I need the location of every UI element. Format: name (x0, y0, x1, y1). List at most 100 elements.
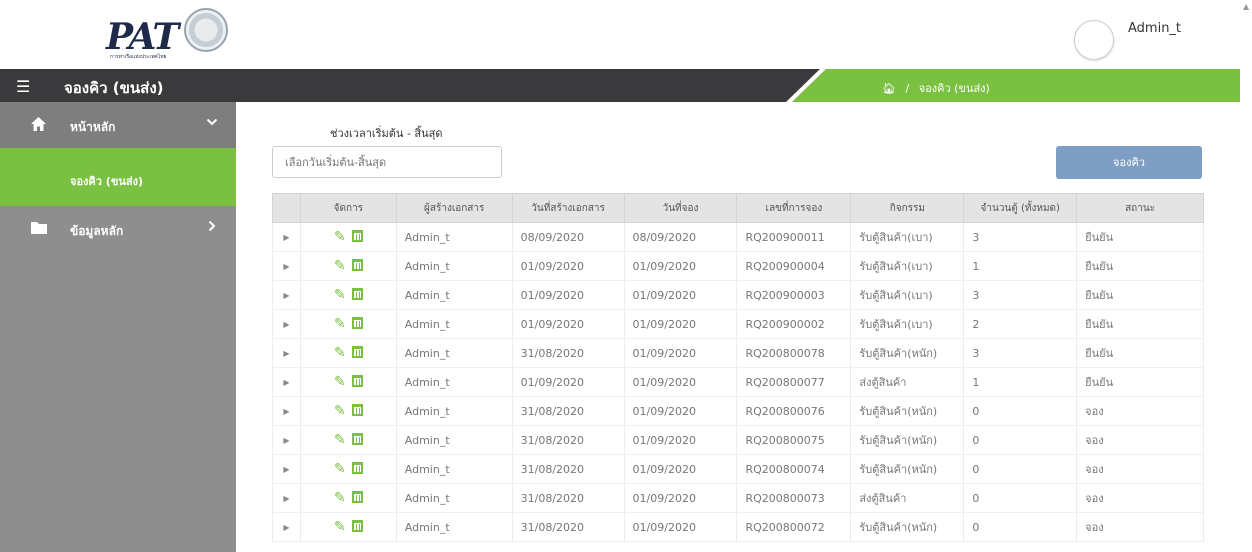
table-row[interactable]: ▶ ✎ Admin_t 31/08/2020 01/09/2020 RQ200800074… (272, 454, 1204, 484)
trash-icon[interactable] (351, 230, 363, 242)
table-cell: Admin_t (396, 309, 513, 339)
chevron-right-icon (206, 220, 218, 236)
edit-icon[interactable]: ✎ (334, 519, 346, 535)
table-cell: 0 (963, 425, 1078, 455)
table-cell: 3 (963, 280, 1078, 310)
expand-row-icon[interactable]: ▶ (272, 483, 301, 513)
trash-icon[interactable] (351, 375, 363, 387)
table-cell: 3 (963, 338, 1078, 368)
top-header: PAT การท่าเรือแห่งประเทศไทย Admin_t ▲ (0, 0, 1249, 69)
table-cell: 01/09/2020 (512, 309, 625, 339)
table-cell: 0 (963, 396, 1078, 426)
table-row[interactable]: ▶ ✎ Admin_t 31/08/2020 01/09/2020 RQ200800076… (272, 396, 1204, 426)
breadcrumb-separator: / (905, 82, 910, 95)
expand-row-icon[interactable]: ▶ (272, 280, 301, 310)
expand-row-icon[interactable]: ▶ (272, 251, 301, 281)
trash-icon[interactable] (351, 346, 363, 358)
trash-icon[interactable] (351, 259, 363, 271)
edit-icon[interactable]: ✎ (334, 374, 346, 390)
table-row[interactable]: ▶ ✎ Admin_t 31/08/2020 01/09/2020 RQ200800073… (272, 483, 1204, 513)
table-cell: RQ200800073 (736, 483, 852, 513)
edit-icon[interactable]: ✎ (334, 490, 346, 506)
scroll-up-icon[interactable]: ▲ (1243, 2, 1249, 11)
table-cell: 01/09/2020 (624, 280, 738, 310)
logo-subtitle: การท่าเรือแห่งประเทศไทย (110, 54, 167, 60)
avatar[interactable] (1074, 20, 1114, 60)
edit-icon[interactable]: ✎ (334, 287, 346, 303)
menu-icon[interactable]: ☰ (16, 77, 30, 96)
sidebar: หน้าหลัก จองคิว (ขนส่ง) ข้อมูลหลัก (0, 102, 236, 552)
table-row[interactable]: ▶ ✎ Admin_t 01/09/2020 01/09/2020 RQ200800077… (272, 367, 1204, 397)
column-header[interactable]: เลขที่การจอง (736, 193, 852, 223)
table-cell: 31/08/2020 (512, 512, 625, 542)
table-cell: Admin_t (396, 512, 513, 542)
folder-icon (30, 220, 48, 239)
home-icon (30, 116, 47, 136)
table-row[interactable]: ▶ ✎ Admin_t 08/09/2020 08/09/2020 RQ200900011… (272, 222, 1204, 252)
expand-row-icon[interactable]: ▶ (272, 338, 301, 368)
navbar: ☰ จองคิว (ขนส่ง) 🏠︎ / จองคิว (ขนส่ง) (0, 69, 1240, 102)
column-header[interactable]: ผู้สร้างเอกสาร (395, 193, 513, 223)
column-header[interactable]: สถานะ (1076, 193, 1204, 223)
expand-row-icon[interactable]: ▶ (272, 367, 301, 397)
table-cell: 3 (963, 222, 1078, 252)
expand-row-icon[interactable]: ▶ (272, 454, 301, 484)
home-icon[interactable]: 🏠︎ (882, 82, 896, 95)
actions-cell: ✎ (300, 280, 397, 310)
table-cell: 08/09/2020 (624, 222, 738, 252)
expand-row-icon[interactable]: ▶ (272, 512, 301, 542)
column-header[interactable]: กิจกรรม (850, 193, 965, 223)
table-row[interactable]: ▶ ✎ Admin_t 31/08/2020 01/09/2020 RQ200800072… (272, 512, 1204, 542)
sidebar-item-home[interactable]: หน้าหลัก (0, 102, 236, 148)
table-cell: จอง (1076, 425, 1204, 455)
column-header[interactable]: จัดการ (299, 193, 397, 223)
pat-logo[interactable]: PAT การท่าเรือแห่งประเทศไทย (106, 6, 228, 62)
table-cell: จอง (1076, 454, 1204, 484)
column-header[interactable]: จำนวนตู้ (ทั้งหมด) (963, 193, 1078, 223)
book-queue-button[interactable]: จองคิว (1056, 146, 1202, 179)
trash-icon[interactable] (351, 433, 363, 445)
edit-icon[interactable]: ✎ (334, 229, 346, 245)
column-header[interactable]: วันที่จอง (623, 193, 738, 223)
table-cell: 1 (963, 367, 1078, 397)
edit-icon[interactable]: ✎ (334, 432, 346, 448)
table-cell: 0 (963, 512, 1078, 542)
trash-icon[interactable] (351, 520, 363, 532)
actions-cell: ✎ (300, 338, 397, 368)
edit-icon[interactable]: ✎ (334, 461, 346, 477)
date-range-input[interactable] (272, 146, 502, 178)
actions-cell: ✎ (300, 396, 397, 426)
table-row[interactable]: ▶ ✎ Admin_t 31/08/2020 01/09/2020 RQ200800075… (272, 425, 1204, 455)
table-cell: รับตู้สินค้า(เบา) (850, 222, 965, 252)
table-row[interactable]: ▶ ✎ Admin_t 01/09/2020 01/09/2020 RQ200900002… (272, 309, 1204, 339)
table-cell: Admin_t (396, 367, 513, 397)
table-cell: Admin_t (396, 251, 513, 281)
trash-icon[interactable] (351, 491, 363, 503)
sidebar-item-master-data[interactable]: ข้อมูลหลัก (0, 206, 236, 252)
expand-row-icon[interactable]: ▶ (272, 396, 301, 426)
table-row[interactable]: ▶ ✎ Admin_t 31/08/2020 01/09/2020 RQ200800078… (272, 338, 1204, 368)
sidebar-item-queue-booking[interactable]: จองคิว (ขนส่ง) (0, 148, 236, 206)
table-cell: 01/09/2020 (624, 338, 738, 368)
expand-row-icon[interactable]: ▶ (272, 309, 301, 339)
sidebar-item-label: ข้อมูลหลัก (70, 224, 124, 238)
table-cell: 31/08/2020 (512, 338, 625, 368)
username[interactable]: Admin_t (1128, 21, 1181, 36)
trash-icon[interactable] (351, 404, 363, 416)
trash-icon[interactable] (351, 288, 363, 300)
edit-icon[interactable]: ✎ (334, 258, 346, 274)
edit-icon[interactable]: ✎ (334, 403, 346, 419)
trash-icon[interactable] (351, 462, 363, 474)
expand-row-icon[interactable]: ▶ (272, 222, 301, 252)
table-row[interactable]: ▶ ✎ Admin_t 01/09/2020 01/09/2020 RQ200900004… (272, 251, 1204, 281)
table-cell: ส่งตู้สินค้า (850, 367, 965, 397)
table-cell: ยืนยัน (1076, 338, 1204, 368)
trash-icon[interactable] (351, 317, 363, 329)
table-row[interactable]: ▶ ✎ Admin_t 01/09/2020 01/09/2020 RQ200900003… (272, 280, 1204, 310)
sidebar-item-label: หน้าหลัก (70, 120, 116, 134)
column-header[interactable]: วันที่สร้างเอกสาร (511, 193, 625, 223)
edit-icon[interactable]: ✎ (334, 345, 346, 361)
expand-row-icon[interactable]: ▶ (272, 425, 301, 455)
table-cell: RQ200800076 (736, 396, 852, 426)
edit-icon[interactable]: ✎ (334, 316, 346, 332)
